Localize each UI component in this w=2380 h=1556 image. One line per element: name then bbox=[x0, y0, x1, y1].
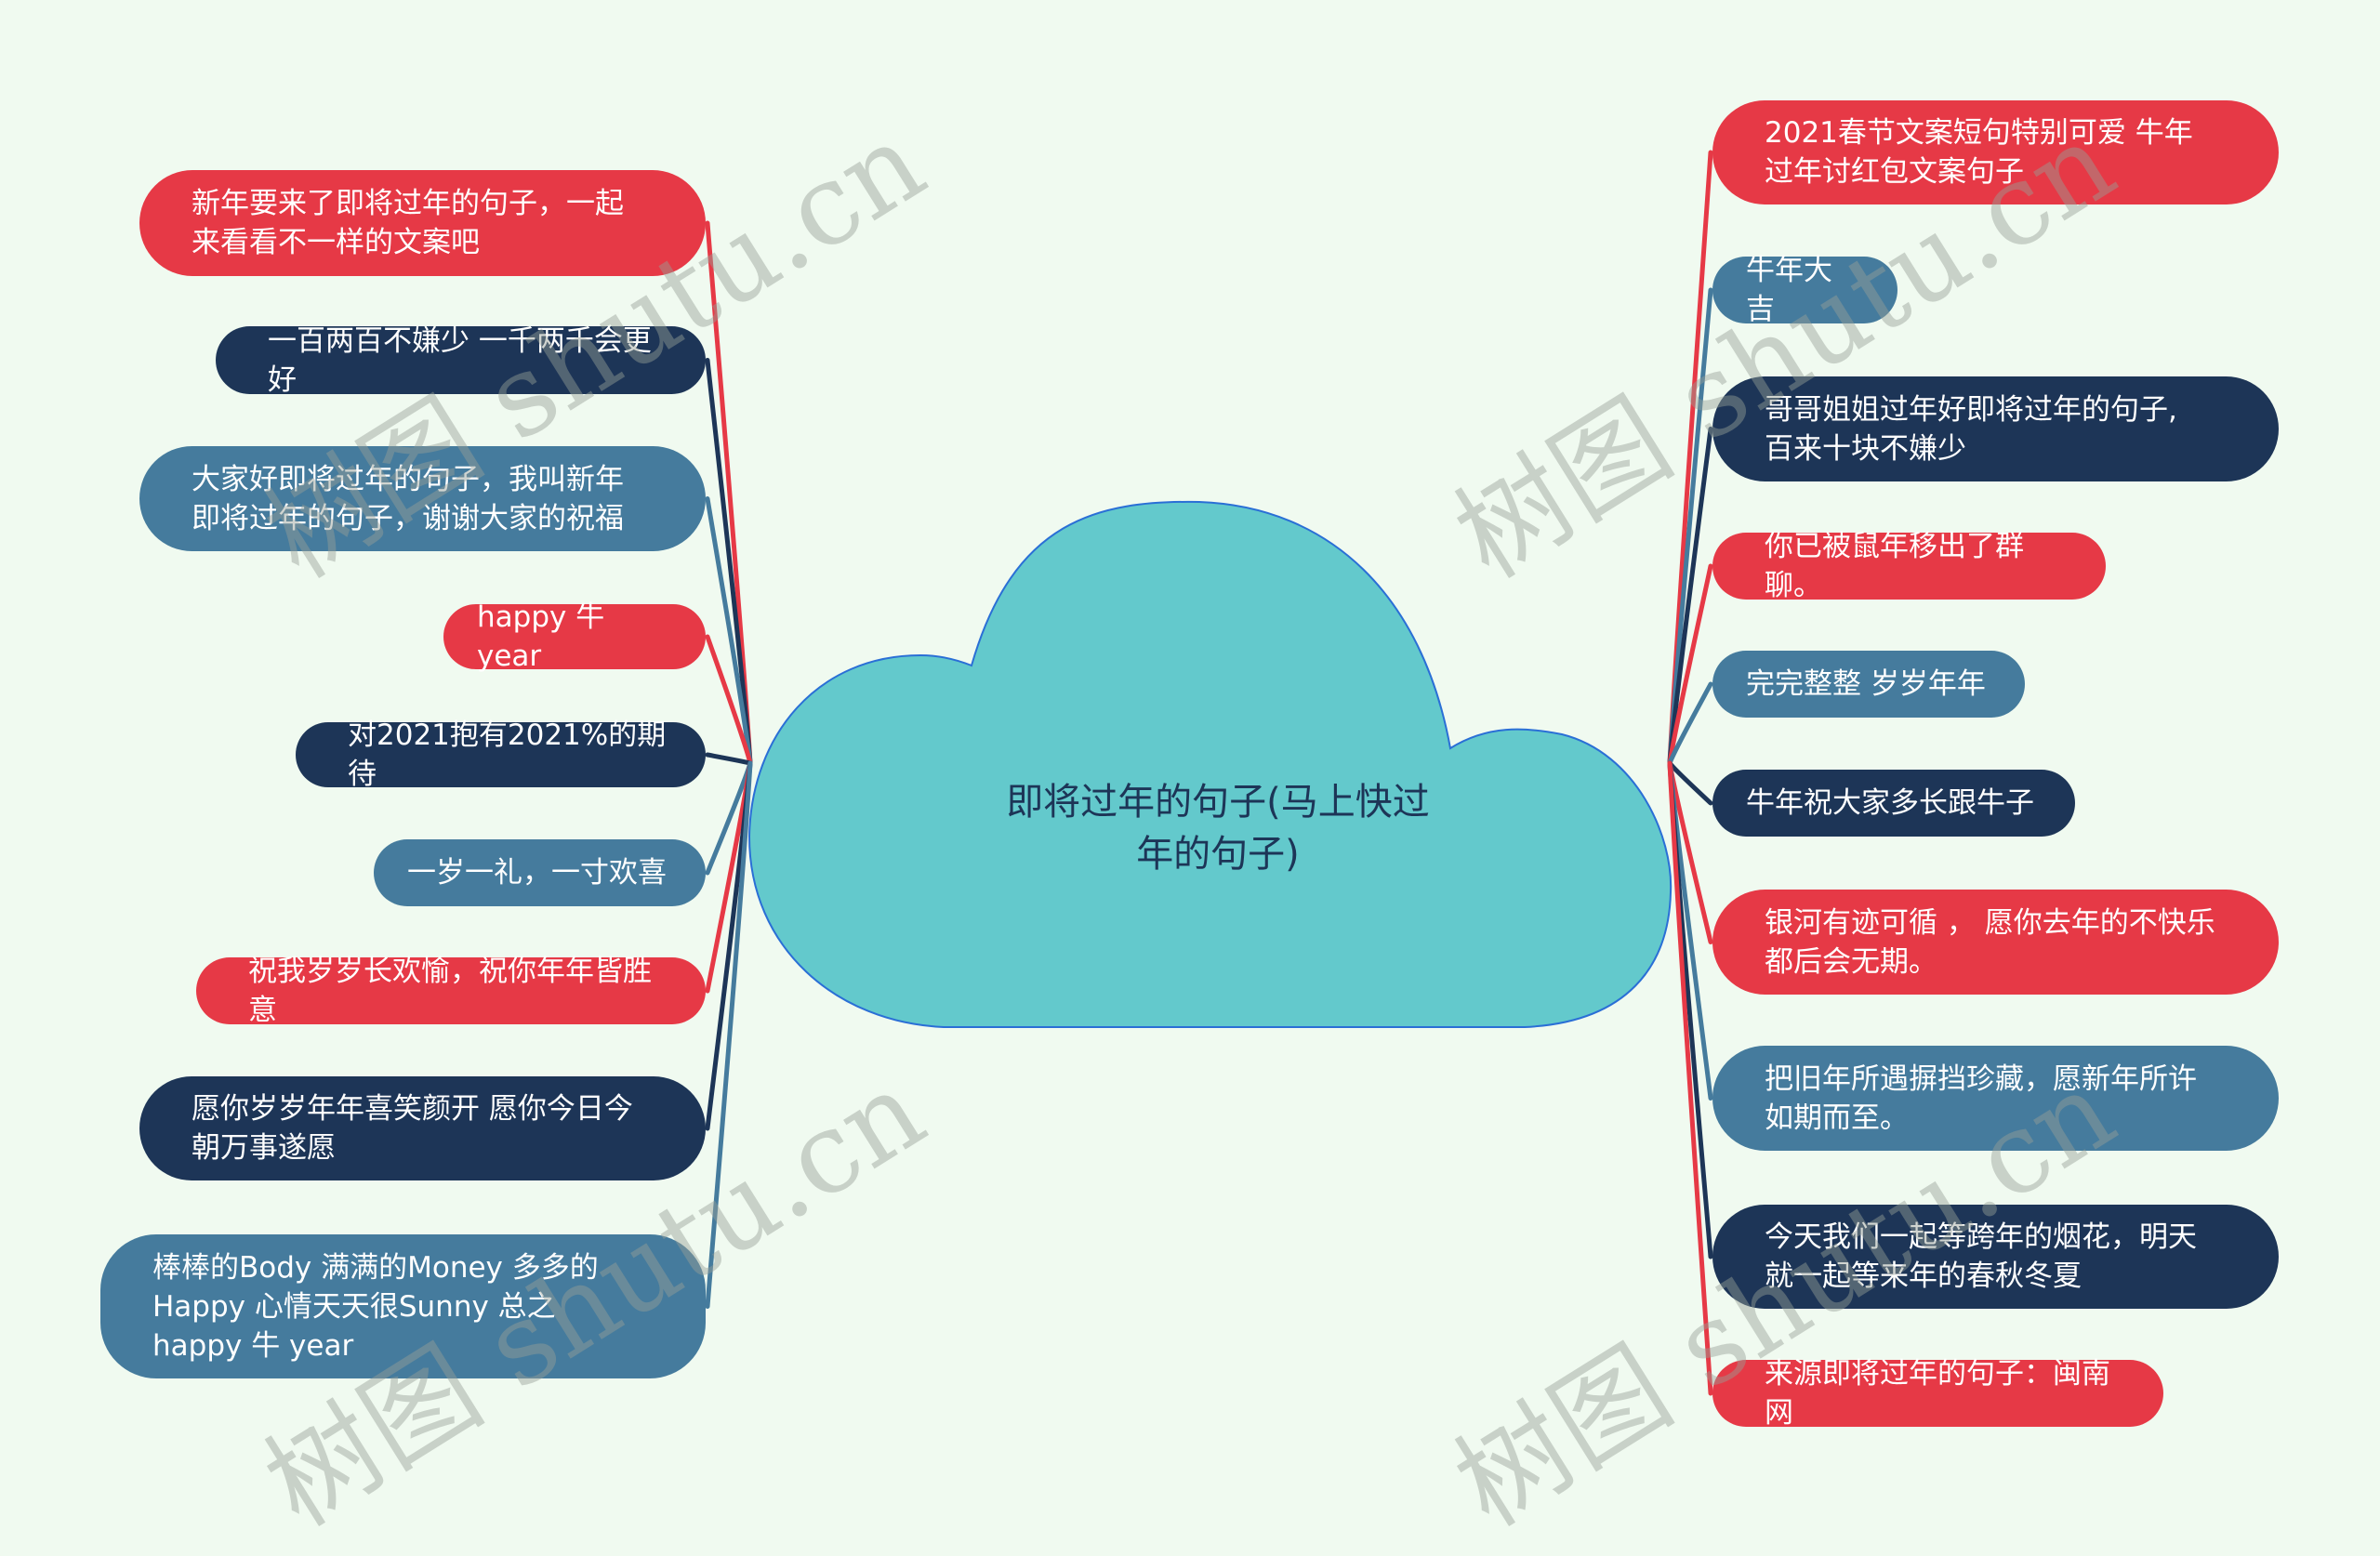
left-connector-line bbox=[705, 760, 753, 1309]
right-branch-node[interactable]: 把旧年所遇摒挡珍藏，愿新年所许 如期而至。 bbox=[1712, 1046, 2279, 1151]
branch-label: 银河有迹可循 ， 愿你去年的不快乐 都后会无期。 bbox=[1765, 905, 2215, 979]
right-connector-line bbox=[1667, 760, 1713, 1101]
branch-label: 把旧年所遇摒挡珍藏，愿新年所许 如期而至。 bbox=[1765, 1062, 2197, 1135]
left-branch-node[interactable]: 祝我岁岁长欢愉，祝你年年皆胜意 bbox=[196, 955, 706, 1027]
left-branch-node[interactable]: 棒棒的Body 满满的Money 多多的 Happy 心情天天很Sunny 总之… bbox=[100, 1234, 706, 1378]
left-branch-node[interactable]: 一百两百不嫌少 一千两千会更好 bbox=[216, 324, 706, 397]
branch-label: 牛年祝大家多长跟牛子 bbox=[1746, 786, 2034, 820]
right-branch-node[interactable]: 牛年大吉 bbox=[1712, 254, 1897, 326]
left-branch-node[interactable]: 一岁一礼，一寸欢喜 bbox=[374, 839, 706, 906]
branch-label: 哥哥姐姐过年好即将过年的句子, 百来十块不嫌少 bbox=[1765, 392, 2177, 466]
branch-label: 一岁一礼，一寸欢喜 bbox=[407, 856, 667, 890]
branch-label: 棒棒的Body 满满的Money 多多的 Happy 心情天天很Sunny 总之… bbox=[152, 1250, 599, 1363]
branch-label: 2021春节文案短句特别可爱 牛年 过年讨红包文案句子 bbox=[1765, 116, 2193, 189]
branch-label: 大家好即将过年的句子，我叫新年 即将过年的句子，谢谢大家的祝福 bbox=[192, 462, 624, 535]
central-cloud-shape bbox=[747, 500, 1673, 1028]
right-branch-node[interactable]: 银河有迹可循 ， 愿你去年的不快乐 都后会无期。 bbox=[1712, 890, 2279, 995]
left-branch-node[interactable]: 大家好即将过年的句子，我叫新年 即将过年的句子，谢谢大家的祝福 bbox=[139, 446, 706, 551]
right-branch-node[interactable]: 哥哥姐姐过年好即将过年的句子, 百来十块不嫌少 bbox=[1712, 376, 2279, 481]
left-branch-node[interactable]: 对2021抱有2021%的期待 bbox=[296, 719, 706, 791]
right-branch-node[interactable]: 来源即将过年的句子：闽南网 bbox=[1712, 1357, 2163, 1430]
central-topic-text[interactable]: 即将过年的句子(马上快过 年的句子) bbox=[958, 776, 1478, 880]
branch-label: 牛年大吉 bbox=[1746, 254, 1832, 326]
left-connector-line bbox=[705, 752, 753, 766]
branch-label: 愿你岁岁年年喜笑颜开 愿你今日今 朝万事遂愿 bbox=[192, 1092, 633, 1165]
left-branch-node[interactable]: 愿你岁岁年年喜笑颜开 愿你今日今 朝万事遂愿 bbox=[139, 1076, 706, 1180]
branch-label: 祝我岁岁长欢愉，祝你年年皆胜意 bbox=[248, 955, 652, 1027]
branch-label: 新年要来了即将过年的句子，一起 来看看不一样的文案吧 bbox=[192, 187, 624, 259]
left-branch-node[interactable]: 新年要来了即将过年的句子，一起 来看看不一样的文案吧 bbox=[139, 170, 706, 276]
branch-label: 对2021抱有2021%的期待 bbox=[348, 719, 667, 791]
branch-label: 来源即将过年的句子：闽南网 bbox=[1765, 1357, 2110, 1430]
branch-label: 今天我们一起等跨年的烟花，明天 就一起等来年的春秋冬夏 bbox=[1765, 1220, 2197, 1293]
branch-label: 你已被鼠年移出了群聊。 bbox=[1765, 530, 2024, 602]
branch-label: happy 牛 year bbox=[477, 600, 615, 673]
right-branch-node[interactable]: 2021春节文案短句特别可爱 牛年 过年讨红包文案句子 bbox=[1712, 100, 2279, 204]
right-branch-node[interactable]: 牛年祝大家多长跟牛子 bbox=[1712, 770, 2075, 837]
right-branch-node[interactable]: 今天我们一起等跨年的烟花，明天 就一起等来年的春秋冬夏 bbox=[1712, 1205, 2279, 1309]
left-branch-node[interactable]: happy 牛 year bbox=[443, 600, 706, 673]
right-branch-node[interactable]: 你已被鼠年移出了群聊。 bbox=[1712, 530, 2106, 602]
branch-label: 一百两百不嫌少 一千两千会更好 bbox=[268, 323, 652, 397]
right-branch-node[interactable]: 完完整整 岁岁年年 bbox=[1712, 651, 2025, 718]
branch-label: 完完整整 岁岁年年 bbox=[1746, 667, 1986, 701]
